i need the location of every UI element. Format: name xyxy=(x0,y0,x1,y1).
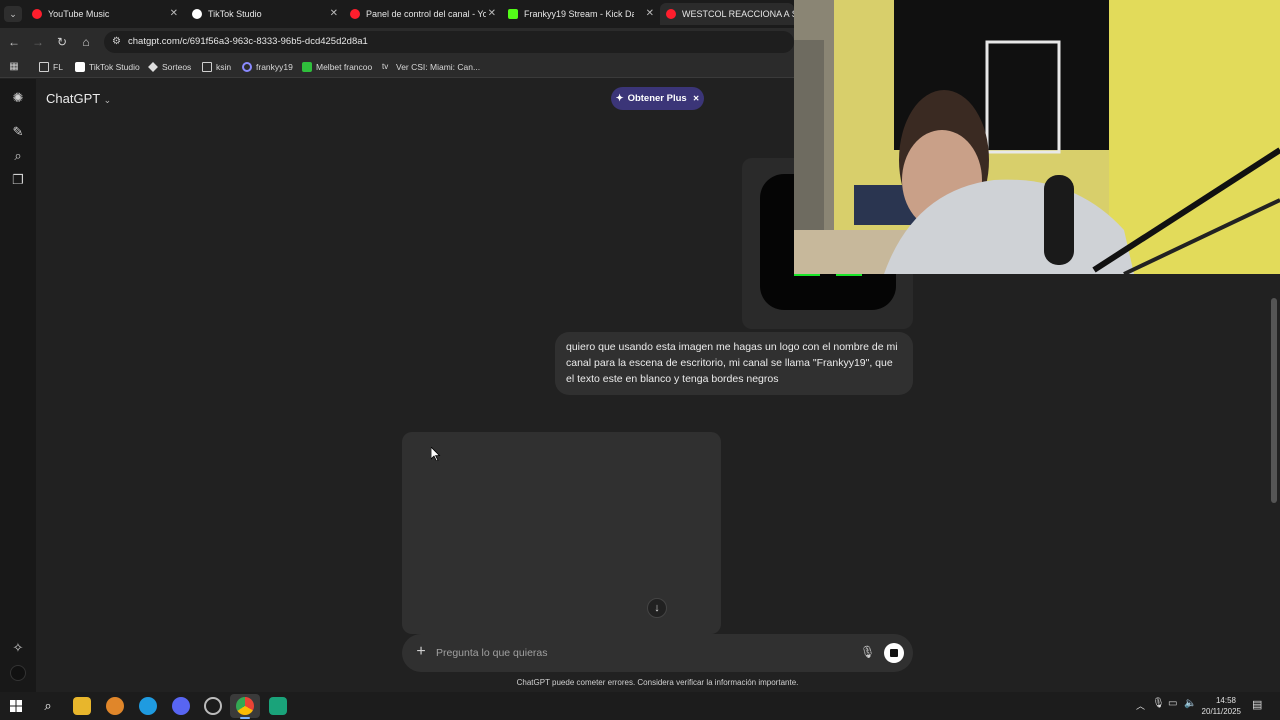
youtube-icon xyxy=(350,9,360,19)
url-text: chatgpt.com/c/691f56a3-963c-8333-96b5-dc… xyxy=(128,36,368,47)
tv-icon: tv xyxy=(382,62,389,71)
fl-studio-icon[interactable] xyxy=(106,697,124,715)
youtube-music-icon xyxy=(32,9,42,19)
bookmark-ksin[interactable]: ksin xyxy=(202,60,231,74)
sparkle-icon[interactable]: ✧ xyxy=(10,640,26,656)
get-plus-button[interactable]: ✦ Obtener Plus ✕ xyxy=(611,87,704,110)
stop-icon xyxy=(890,649,898,657)
melbet-icon xyxy=(302,62,312,72)
sidebar-rail: ✺ ✎ ⌕ ❐ ✧ xyxy=(0,79,36,692)
search-icon[interactable]: ⌕ xyxy=(10,148,26,164)
microphone-icon[interactable]: 🎙 xyxy=(860,644,875,660)
kick-icon xyxy=(508,9,518,19)
edge-icon[interactable] xyxy=(139,697,157,715)
composer: + 🎙 xyxy=(402,634,913,672)
bookmark-label: Melbet francoo xyxy=(316,62,373,72)
volume-icon[interactable]: 🔈 xyxy=(1184,698,1196,709)
model-selector[interactable]: ChatGPT ⌄ xyxy=(46,91,111,106)
bookmark-label: frankyy19 xyxy=(256,62,293,72)
mouse-cursor-icon xyxy=(431,447,441,461)
tab-youtube-studio[interactable]: Panel de control del canal - Yo ✕ xyxy=(344,3,502,25)
bookmark-tiktok-studio[interactable]: TikTok Studio xyxy=(75,60,140,74)
close-tab-icon[interactable]: ✕ xyxy=(646,8,654,19)
tab-title: TikTok Studio xyxy=(208,9,262,19)
app-icon[interactable] xyxy=(269,697,287,715)
bookmark-label: TikTok Studio xyxy=(89,62,140,72)
add-attachment-icon[interactable]: + xyxy=(413,644,429,660)
apps-grid-icon[interactable]: ▦ xyxy=(6,59,22,75)
file-explorer-icon[interactable] xyxy=(73,697,91,715)
model-label: ChatGPT xyxy=(46,91,100,106)
scroll-down-button[interactable]: ↓ xyxy=(647,598,667,618)
bookmark-sorteos[interactable]: Sorteos xyxy=(148,60,191,74)
bookmark-fl[interactable]: FL xyxy=(39,60,63,74)
notifications-icon[interactable]: ▤ xyxy=(1252,698,1262,711)
bookmark-csi-miami[interactable]: tv Ver CSI: Miami: Can... xyxy=(382,60,480,74)
chevron-down-icon: ⌄ xyxy=(103,95,112,105)
bookmark-label: Ver CSI: Miami: Can... xyxy=(396,62,481,72)
webcam-overlay xyxy=(794,0,1280,274)
youtube-icon xyxy=(666,9,676,19)
prompt-input[interactable] xyxy=(436,645,836,661)
tab-youtube-music[interactable]: YouTube Music ✕ xyxy=(26,3,184,25)
tab-title: Panel de control del canal - Yo xyxy=(366,9,486,19)
bookmark-melbet[interactable]: Melbet francoo xyxy=(302,60,372,74)
taskbar: ⌕ ︿ 🎙 ▭ 🔈 14:58 20/11/2025 ▤ xyxy=(0,692,1280,720)
avatar[interactable] xyxy=(10,665,26,681)
search-icon[interactable]: ⌕ xyxy=(39,697,57,715)
new-chat-icon[interactable]: ✎ xyxy=(10,124,26,140)
close-tab-icon[interactable]: ✕ xyxy=(170,8,178,19)
close-icon[interactable]: ✕ xyxy=(693,94,700,103)
obs-icon[interactable] xyxy=(204,697,222,715)
image-generation-placeholder xyxy=(402,432,721,634)
tab-title: Frankyy19 Stream - Kick Dashb xyxy=(524,9,634,19)
user-message: quiero que usando esta imagen me hagas u… xyxy=(555,332,913,395)
folder-icon xyxy=(202,62,212,72)
tiktok-icon xyxy=(75,62,85,72)
tab-title: WESTCOL REACCIONA A SU D xyxy=(682,9,794,19)
clock-time[interactable]: 14:58 xyxy=(1196,696,1236,705)
forward-icon[interactable]: → xyxy=(30,34,46,50)
stop-generating-button[interactable] xyxy=(884,643,904,663)
tray-chevron-icon[interactable]: ︿ xyxy=(1136,699,1145,712)
tab-title: YouTube Music xyxy=(48,9,110,19)
folder-icon xyxy=(39,62,49,72)
scrollbar[interactable] xyxy=(1271,298,1277,503)
microphone-icon[interactable]: 🎙 xyxy=(1152,698,1165,709)
bookmark-label: FL xyxy=(53,62,63,72)
home-icon[interactable]: ⌂ xyxy=(78,34,94,50)
get-plus-label: Obtener Plus xyxy=(627,93,687,104)
swirl-icon xyxy=(242,62,252,72)
active-app-indicator xyxy=(240,717,250,719)
sparkle-icon: ✦ xyxy=(615,93,624,104)
chrome-icon[interactable] xyxy=(236,697,254,715)
back-icon[interactable]: ← xyxy=(6,34,22,50)
library-icon[interactable]: ❐ xyxy=(10,172,26,188)
address-bar[interactable]: ⚙ chatgpt.com/c/691f56a3-963c-8333-96b5-… xyxy=(104,31,794,53)
windows-start-icon[interactable] xyxy=(7,697,25,715)
clock-date[interactable]: 20/11/2025 xyxy=(1196,707,1241,716)
diamond-icon xyxy=(148,62,158,72)
tab-tiktok-studio[interactable]: TikTok Studio ✕ xyxy=(186,3,344,25)
discord-icon[interactable] xyxy=(172,697,190,715)
tiktok-icon xyxy=(192,9,202,19)
network-icon[interactable]: ▭ xyxy=(1168,698,1177,709)
tab-kick-dashboard[interactable]: Frankyy19 Stream - Kick Dashb ✕ xyxy=(502,3,660,25)
tab-search-icon[interactable]: ⌄ xyxy=(4,6,22,22)
tab-westcol[interactable]: WESTCOL REACCIONA A SU D xyxy=(660,3,794,25)
disclaimer: ChatGPT puede cometer errores. Considera… xyxy=(516,678,799,687)
site-info-icon[interactable]: ⚙ xyxy=(112,36,123,47)
openai-logo-icon[interactable]: ✺ xyxy=(10,90,26,106)
bookmark-label: ksin xyxy=(216,62,232,72)
close-tab-icon[interactable]: ✕ xyxy=(488,8,496,19)
reload-icon[interactable]: ↻ xyxy=(54,34,70,50)
close-tab-icon[interactable]: ✕ xyxy=(330,8,338,19)
bookmark-frankyy19[interactable]: frankyy19 xyxy=(242,60,293,74)
webcam-feed-image xyxy=(794,0,1280,274)
bookmark-label: Sorteos xyxy=(162,62,192,72)
